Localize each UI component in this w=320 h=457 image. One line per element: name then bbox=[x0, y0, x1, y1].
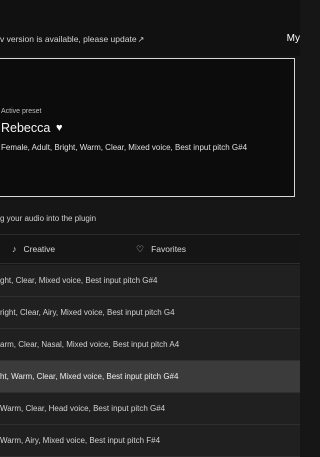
account-menu[interactable]: My bbox=[287, 33, 300, 44]
heart-outline-icon: ♡ bbox=[136, 244, 145, 254]
plugin-hint-text: g your audio into the plugin bbox=[0, 214, 97, 223]
preset-row[interactable]: arm, Clear, Nasal, Mixed voice, Best inp… bbox=[0, 329, 300, 361]
active-preset-card: Active preset Rebecca ♥ Female, Adult, B… bbox=[0, 58, 295, 197]
preset-row[interactable]: Warm, Clear, Head voice, Best input pitc… bbox=[0, 393, 300, 425]
tab-favorites[interactable]: ♡ Favorites bbox=[136, 244, 186, 255]
active-preset-label: Active preset bbox=[1, 108, 42, 115]
tab-label: Creative bbox=[23, 244, 56, 254]
update-notice[interactable]: v version is available, please update bbox=[0, 34, 137, 44]
top-bar: v version is available, please update↗ M… bbox=[0, 0, 300, 56]
heart-filled-icon[interactable]: ♥ bbox=[56, 122, 63, 134]
update-link[interactable]: v version is available, please update↗ bbox=[0, 34, 144, 44]
tab-creative[interactable]: ♪ Creative bbox=[12, 244, 55, 254]
preset-row-selected[interactable]: ht, Warm, Clear, Mixed voice, Best input… bbox=[0, 361, 300, 393]
tab-label: Favorites bbox=[151, 244, 187, 254]
preset-row-tags: arm, Clear, Nasal, Mixed voice, Best inp… bbox=[0, 340, 180, 349]
music-note-icon: ♪ bbox=[12, 244, 17, 254]
preset-tags: Female, Adult, Bright, Warm, Clear, Mixe… bbox=[1, 143, 248, 152]
preset-row-tags: Warm, Airy, Mixed voice, Best input pitc… bbox=[0, 436, 161, 445]
preset-row-tags: ght, Clear, Mixed voice, Best input pitc… bbox=[0, 276, 158, 285]
preset-row-tags: ht, Warm, Clear, Mixed voice, Best input… bbox=[0, 372, 179, 381]
preset-row-tags: right, Clear, Airy, Mixed voice, Best in… bbox=[0, 308, 175, 317]
preset-row[interactable]: ght, Clear, Mixed voice, Best input pitc… bbox=[0, 265, 300, 297]
preset-row[interactable]: right, Clear, Airy, Mixed voice, Best in… bbox=[0, 297, 300, 329]
external-link-icon: ↗ bbox=[137, 35, 145, 44]
preset-row-tags: Warm, Clear, Head voice, Best input pitc… bbox=[0, 404, 166, 413]
preset-name: Rebecca bbox=[1, 121, 51, 135]
category-tabs: ♪ Creative ♡ Favorites bbox=[0, 234, 300, 264]
preset-row[interactable]: Warm, Airy, Mixed voice, Best input pitc… bbox=[0, 425, 300, 457]
